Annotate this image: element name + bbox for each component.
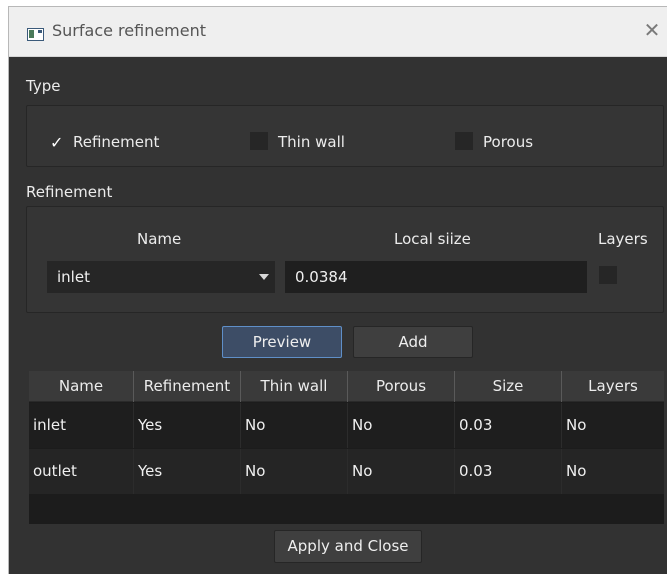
header-name[interactable]: Name <box>29 371 134 402</box>
cell-refinement[interactable]: Yes <box>134 403 241 448</box>
header-size[interactable]: Size <box>455 371 562 402</box>
layers-column-label: Layers <box>598 230 648 248</box>
name-column-label: Name <box>137 230 182 248</box>
name-dropdown-value: inlet <box>57 268 90 286</box>
table-header: Name Refinement Thin wall Porous Size La… <box>29 371 664 402</box>
thin-wall-checkbox-label[interactable]: Thin wall <box>278 133 345 151</box>
type-section-label: Type <box>26 77 61 95</box>
preview-button[interactable]: Preview <box>222 326 342 358</box>
layers-checkbox[interactable] <box>599 266 617 284</box>
refinement-checkbox-label[interactable]: Refinement <box>73 133 159 151</box>
porous-checkbox-label[interactable]: Porous <box>483 133 533 151</box>
cell-porous[interactable]: No <box>348 403 455 448</box>
cell-name[interactable]: inlet <box>29 403 134 448</box>
cell-layers[interactable]: No <box>562 449 664 494</box>
refinement-group <box>26 206 664 313</box>
cell-size[interactable]: 0.03 <box>455 449 562 494</box>
cell-porous[interactable]: No <box>348 449 455 494</box>
cell-name[interactable]: outlet <box>29 449 134 494</box>
cell-thin-wall[interactable]: No <box>241 449 348 494</box>
cell-size[interactable]: 0.03 <box>455 403 562 448</box>
window-title: Surface refinement <box>52 21 207 40</box>
refinement-table: Name Refinement Thin wall Porous Size La… <box>29 371 664 524</box>
surface-refinement-dialog: Surface refinement ✕ Type ✓ Refinement T… <box>8 6 667 574</box>
thin-wall-checkbox[interactable] <box>250 132 268 150</box>
table-row[interactable]: inlet Yes No No 0.03 No <box>29 403 664 448</box>
app-window-icon <box>27 28 44 41</box>
check-icon[interactable]: ✓ <box>50 133 63 152</box>
name-dropdown[interactable]: inlet <box>47 261 275 293</box>
header-refinement[interactable]: Refinement <box>134 371 241 402</box>
add-button[interactable]: Add <box>353 326 473 358</box>
header-porous[interactable]: Porous <box>348 371 455 402</box>
local-size-input[interactable] <box>285 261 587 293</box>
chevron-down-icon <box>259 274 269 280</box>
cell-thin-wall[interactable]: No <box>241 403 348 448</box>
refinement-section-label: Refinement <box>26 183 113 201</box>
cell-layers[interactable]: No <box>562 403 664 448</box>
close-button[interactable]: ✕ <box>641 19 663 41</box>
title-bar[interactable]: Surface refinement ✕ <box>9 7 667 57</box>
header-thin-wall[interactable]: Thin wall <box>241 371 348 402</box>
local-size-column-label: Local siize <box>394 230 471 248</box>
apply-and-close-button[interactable]: Apply and Close <box>274 530 422 563</box>
porous-checkbox[interactable] <box>455 132 473 150</box>
header-layers[interactable]: Layers <box>562 371 664 402</box>
table-row[interactable]: outlet Yes No No 0.03 No <box>29 449 664 494</box>
cell-refinement[interactable]: Yes <box>134 449 241 494</box>
